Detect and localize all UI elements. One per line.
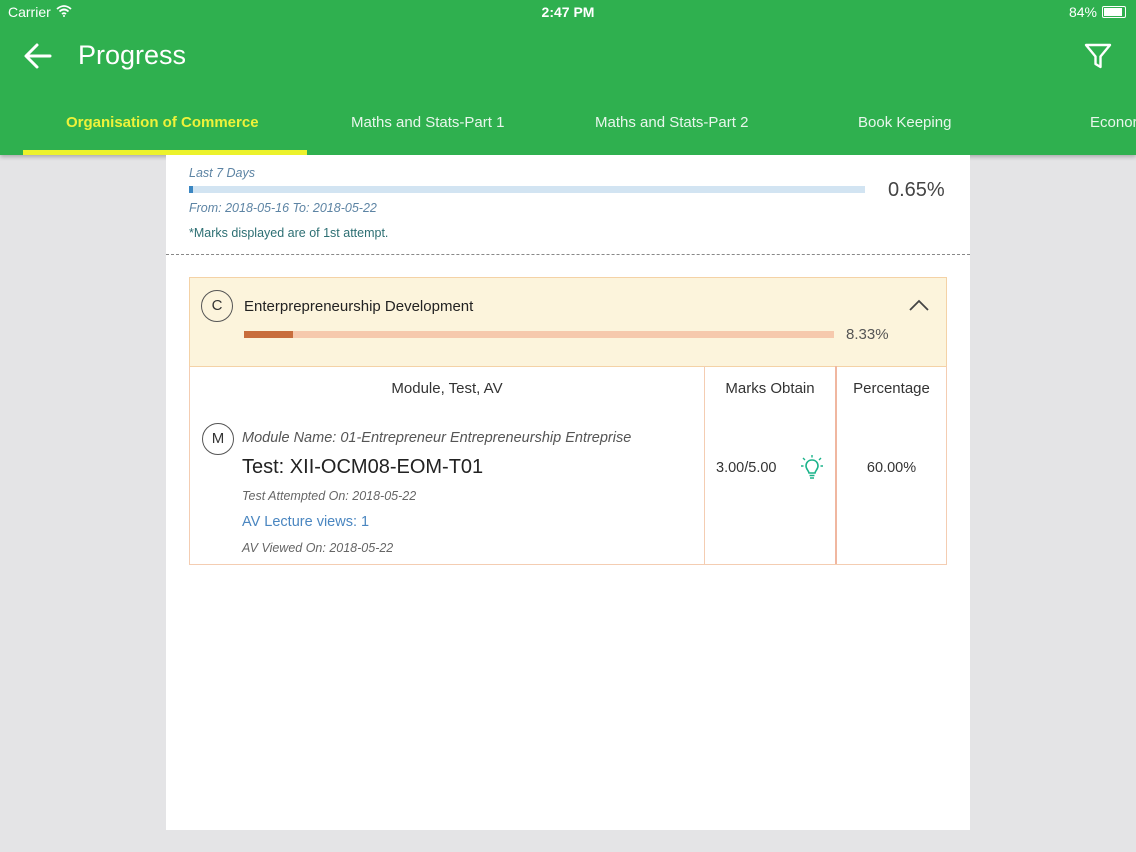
status-bar: Carrier 2:47 PM 84%	[0, 0, 1136, 24]
percentage-value: 60.00%	[866, 460, 917, 476]
app-header: Carrier 2:47 PM 84% Progress Organisatio…	[0, 0, 1136, 155]
header-marks-obtain: Marks Obtain	[725, 380, 815, 397]
lightbulb-icon[interactable]	[800, 454, 824, 482]
subject-percent: 8.33%	[846, 326, 889, 343]
page-title: Progress	[78, 40, 187, 70]
test-attempted-on: Test Attempted On: 2018-05-22	[242, 489, 417, 503]
subject-progress-bar	[244, 331, 834, 338]
back-arrow-icon[interactable]	[22, 40, 54, 72]
date-range: From: 2018-05-16 To: 2018-05-22	[189, 201, 377, 215]
subject-progress-fill	[244, 331, 294, 338]
summary-progress-fill	[189, 186, 194, 193]
marks-obtained: 3.00/5.00	[716, 460, 777, 476]
chevron-up-icon[interactable]	[908, 298, 930, 312]
progress-panel[interactable]: Last 7 Days 0.65% From: 2018-05-16 To: 2…	[166, 155, 970, 830]
subject-badge: C	[201, 290, 233, 322]
header-module-test-av: Module, Test, AV	[391, 380, 503, 397]
subject-card[interactable]: C Enterprepreneurship Development 8.33%	[189, 277, 947, 367]
battery-indicator: 84%	[1069, 4, 1126, 20]
battery-icon	[1102, 6, 1126, 18]
filter-icon[interactable]	[1082, 40, 1114, 72]
tab-maths-and-stats-part-1[interactable]: Maths and Stats-Part 1	[351, 114, 504, 131]
av-viewed-on: AV Viewed On: 2018-05-22	[242, 541, 394, 555]
clock: 2:47 PM	[541, 4, 595, 20]
header-percentage: Percentage	[853, 380, 930, 397]
tab-book-keeping[interactable]: Book Keeping	[858, 114, 951, 131]
tab-maths-and-stats-part-2[interactable]: Maths and Stats-Part 2	[595, 114, 748, 131]
module-badge: M	[202, 423, 234, 455]
summary-progress-bar	[189, 186, 865, 193]
attempt-note: *Marks displayed are of 1st attempt.	[189, 226, 389, 240]
subject-tabs: Organisation of Commerce Maths and Stats…	[0, 100, 1136, 155]
battery-percent: 84%	[1068, 4, 1097, 20]
tab-economics[interactable]: Econor	[1090, 114, 1136, 131]
battery-fill	[1104, 8, 1123, 16]
tab-organisation-of-commerce[interactable]: Organisation of Commerce	[66, 114, 259, 131]
av-lecture-views-link[interactable]: AV Lecture views: 1	[242, 514, 369, 530]
module-name: Module Name: 01-Entrepreneur Entrepreneu…	[242, 430, 632, 446]
test-name: Test: XII-OCM08-EOM-T01	[242, 456, 484, 478]
subject-name: Enterprepreneurship Development	[244, 298, 474, 315]
dashed-divider	[166, 254, 970, 255]
progress-table: Module, Test, AV Marks Obtain Percentage…	[189, 366, 947, 565]
period-label: Last 7 Days	[189, 166, 256, 180]
summary-percent: 0.65%	[888, 179, 945, 201]
